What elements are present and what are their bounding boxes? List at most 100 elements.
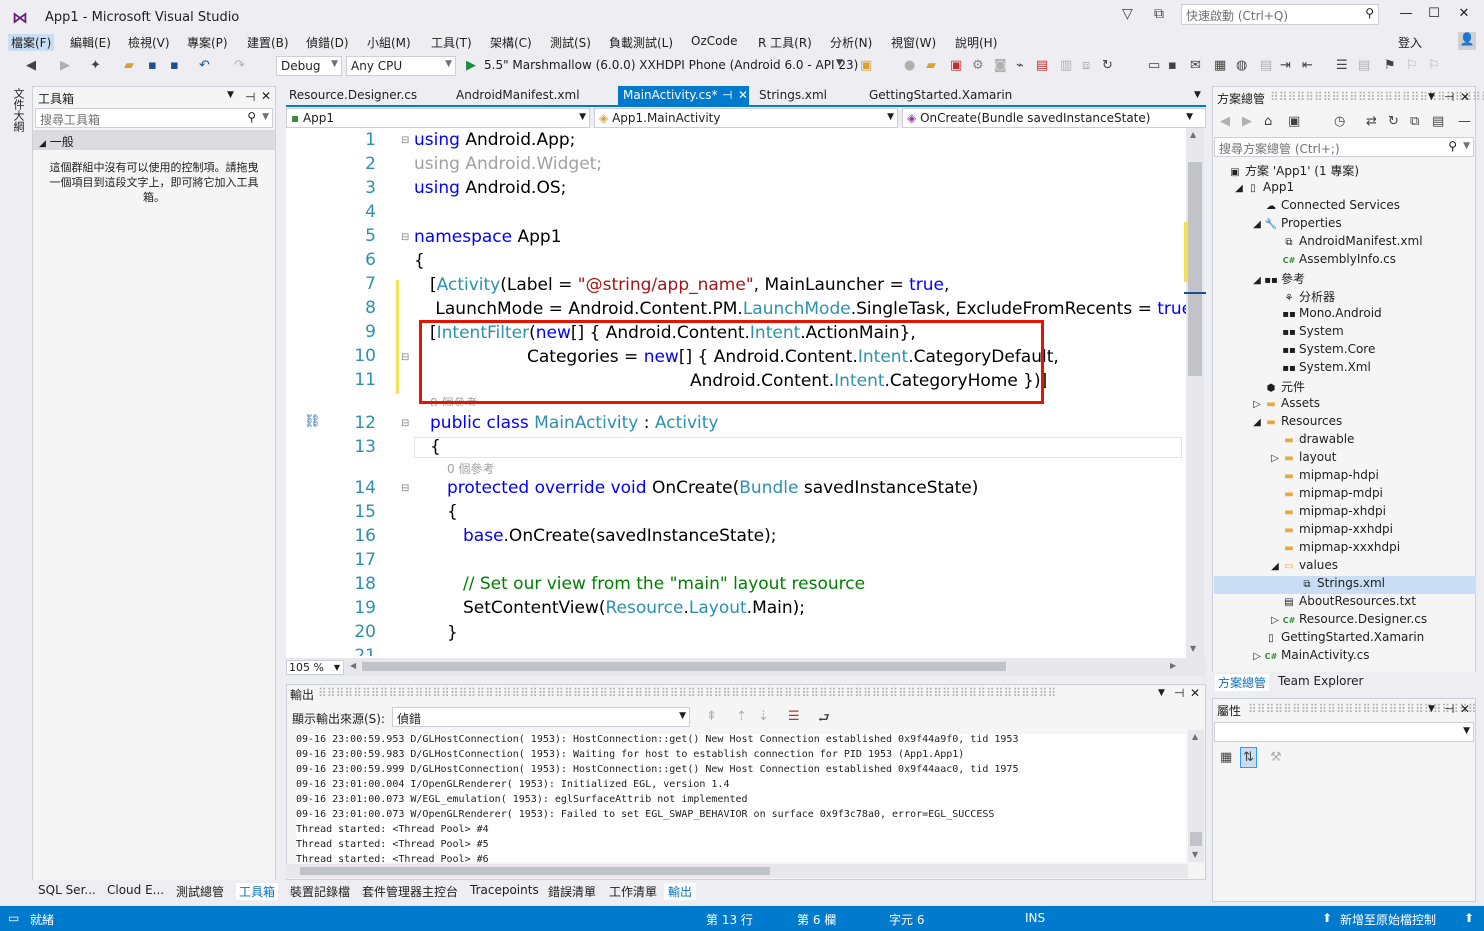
menu-project[interactable]: 專案(P) bbox=[187, 34, 228, 51]
tree-item[interactable]: ⧉ AndroidManifest.xml bbox=[1214, 234, 1476, 252]
forward-icon[interactable]: ▶ bbox=[1242, 114, 1252, 129]
expand-toggle-icon[interactable]: ▷ bbox=[1250, 651, 1264, 662]
tab-test-explorer[interactable]: 測試總管 bbox=[176, 883, 224, 900]
save-icon[interactable]: ▪ bbox=[148, 58, 157, 73]
close-button[interactable]: ✕ bbox=[1450, 6, 1478, 26]
tree-item[interactable]: ◢ 🔧 Properties bbox=[1214, 216, 1476, 234]
switch-views-icon[interactable]: ▣ bbox=[1288, 114, 1300, 129]
properties-icon[interactable]: — bbox=[1458, 114, 1471, 129]
start-debugging-icon[interactable]: ▶ bbox=[466, 58, 476, 73]
expand-toggle-icon[interactable]: ◢ bbox=[1250, 219, 1264, 230]
expand-toggle-icon[interactable]: ▷ bbox=[1250, 399, 1264, 410]
tree-item[interactable]: ▷ ▬ Assets bbox=[1214, 396, 1476, 414]
bookmark-icon[interactable]: ▰ bbox=[926, 58, 936, 73]
tree-item[interactable]: ▪▪ Mono.Android bbox=[1214, 306, 1476, 324]
menu-ozcode[interactable]: OzCode bbox=[691, 34, 737, 48]
tab-resource-designer[interactable]: Resource.Designer.cs bbox=[289, 88, 417, 102]
filter-icon[interactable]: ▽ bbox=[1122, 6, 1133, 22]
scrollbar-thumb[interactable] bbox=[1188, 162, 1202, 376]
tree-item[interactable]: ▷ ▬ layout bbox=[1214, 450, 1476, 468]
chevron-down-icon[interactable]: ▼ bbox=[836, 58, 843, 68]
tree-item[interactable]: ▪▪ System.Core bbox=[1214, 342, 1476, 360]
toolbox-search-input[interactable]: 搜尋工具箱 ⚲ ▼ bbox=[35, 108, 273, 128]
show-all-files-icon[interactable]: ▤ bbox=[1432, 114, 1444, 129]
uncomment-icon[interactable]: ▤ bbox=[1358, 58, 1370, 73]
expand-toggle-icon[interactable]: ◢ bbox=[1250, 275, 1264, 286]
pin-icon[interactable]: ⊣ bbox=[245, 90, 255, 104]
breakpoint-icon[interactable]: ● bbox=[904, 58, 915, 73]
menu-view[interactable]: 檢視(V) bbox=[128, 34, 170, 51]
solution-platform-select[interactable]: Any CPU ▼ bbox=[346, 56, 456, 76]
scroll-right-icon[interactable]: ▶ bbox=[1170, 661, 1176, 670]
menu-file[interactable]: 檔案(F) bbox=[8, 34, 55, 51]
designer-icon[interactable]: ▥ bbox=[1060, 58, 1072, 73]
run-target-button[interactable]: 5.5" Marshmallow (6.0.0) XXHDPI Phone (A… bbox=[484, 58, 858, 72]
output-text[interactable]: 09-16 23:00:59.953 D/GLHostConnection( 1… bbox=[296, 734, 1186, 862]
fold-toggle-icon[interactable]: ⊟ bbox=[401, 483, 409, 494]
solution-search-input[interactable]: 搜尋方案總管 (Ctrl+;) ⚲ ▼ bbox=[1214, 137, 1474, 157]
maximize-button[interactable]: ☐ bbox=[1420, 6, 1448, 26]
scroll-down-icon[interactable]: ▼ bbox=[1190, 644, 1196, 653]
bookmark-flag-icon[interactable]: ⚑ bbox=[1384, 58, 1396, 73]
tree-item[interactable]: ▬ mipmap-xxxhdpi bbox=[1214, 540, 1476, 558]
tab-cloud-explorer[interactable]: Cloud E... bbox=[107, 883, 164, 897]
close-icon[interactable]: ✕ bbox=[1460, 90, 1470, 104]
project-nav-select[interactable]: ▪ App1 ▼ bbox=[286, 108, 590, 128]
refresh-icon[interactable]: ↻ bbox=[1388, 114, 1399, 129]
terminal-icon[interactable]: ▪ bbox=[1168, 58, 1177, 73]
expand-toggle-icon[interactable]: ▷ bbox=[1268, 453, 1282, 464]
login-link[interactable]: 登入 bbox=[1398, 34, 1422, 51]
list-icon[interactable]: ☰ bbox=[1336, 58, 1348, 73]
layout-icon[interactable]: ▦ bbox=[1214, 58, 1226, 73]
menu-team[interactable]: 小組(M) bbox=[367, 34, 411, 51]
forward-icon[interactable]: ▶ bbox=[60, 58, 70, 73]
publish-icon[interactable]: ⬆ bbox=[1322, 911, 1332, 925]
sync-icon[interactable]: ⇄ bbox=[1366, 114, 1377, 129]
tab-output[interactable]: 輸出 bbox=[664, 883, 697, 900]
chevron-down-icon[interactable]: ▼ bbox=[1158, 688, 1165, 698]
clear-all-icon[interactable]: ☰ bbox=[788, 709, 800, 724]
menu-analyze[interactable]: 分析(N) bbox=[830, 34, 872, 51]
tab-tracepoints[interactable]: Tracepoints bbox=[470, 883, 539, 897]
format-icon[interactable]: ⧈ bbox=[1082, 58, 1090, 73]
save-all-icon[interactable]: ▪ bbox=[170, 58, 179, 73]
tree-item[interactable]: ⧉ Strings.xml bbox=[1214, 576, 1476, 594]
tree-item[interactable]: ▤ AboutResources.txt bbox=[1214, 594, 1476, 612]
email-icon[interactable]: ✉ bbox=[1190, 58, 1201, 73]
tree-item[interactable]: ▬ mipmap-xhdpi bbox=[1214, 504, 1476, 522]
zoom-select[interactable]: 105 % ▼ bbox=[286, 660, 344, 675]
fold-toggle-icon[interactable]: ⊟ bbox=[401, 135, 409, 146]
document-outline-tab[interactable]: 文件大綱 bbox=[10, 88, 26, 132]
tab-team-explorer[interactable]: Team Explorer bbox=[1278, 674, 1364, 688]
tab-solution-explorer[interactable]: 方案總管 bbox=[1215, 674, 1270, 691]
comment-icon[interactable]: ▤ bbox=[1260, 58, 1272, 73]
attach-icon[interactable]: ⌁ bbox=[1016, 58, 1024, 73]
menu-window[interactable]: 視窗(W) bbox=[891, 34, 936, 51]
tab-strings[interactable]: Strings.xml bbox=[759, 88, 827, 102]
properties-object-select[interactable]: ▼ bbox=[1214, 722, 1474, 742]
close-icon[interactable]: ✕ bbox=[1190, 686, 1200, 700]
alphabetical-icon[interactable]: ⇅ bbox=[1240, 747, 1257, 768]
tree-item[interactable]: ◢ ▬ Resources bbox=[1214, 414, 1476, 432]
fold-toggle-icon[interactable]: ⊟ bbox=[401, 418, 409, 429]
pin-icon[interactable]: ⊣ bbox=[722, 88, 732, 102]
tree-item[interactable]: ▬ mipmap-mdpi bbox=[1214, 486, 1476, 504]
fold-toggle-icon[interactable]: ⊟ bbox=[401, 232, 409, 243]
back-icon[interactable]: ◀ bbox=[26, 58, 36, 73]
undo-icon[interactable]: ↶ bbox=[199, 58, 210, 73]
tab-error-list[interactable]: 錯誤清單 bbox=[548, 883, 596, 900]
next-message-icon[interactable]: ⇣ bbox=[758, 709, 769, 724]
chevron-down-icon[interactable]: ▼ bbox=[1428, 704, 1435, 714]
notifications-icon[interactable]: ⬆ bbox=[1464, 911, 1474, 925]
tab-package-manager[interactable]: 套件管理器主控台 bbox=[362, 883, 458, 900]
tree-item[interactable]: ◢ ▯ App1 bbox=[1214, 180, 1476, 198]
member-nav-select[interactable]: ◈ OnCreate(Bundle savedInstanceState) ▼ bbox=[902, 108, 1206, 128]
tab-task-list[interactable]: 工作清單 bbox=[609, 883, 657, 900]
output-scrollbar-thumb[interactable] bbox=[1190, 832, 1202, 846]
expand-toggle-icon[interactable]: ◢ bbox=[1232, 183, 1246, 194]
tab-device-log[interactable]: 裝置記錄檔 bbox=[290, 883, 350, 900]
menu-build[interactable]: 建置(B) bbox=[247, 34, 289, 51]
menu-test[interactable]: 測試(S) bbox=[550, 34, 591, 51]
collapse-all-icon[interactable]: ⧉ bbox=[1410, 114, 1419, 129]
minimize-button[interactable]: — bbox=[1392, 6, 1420, 26]
